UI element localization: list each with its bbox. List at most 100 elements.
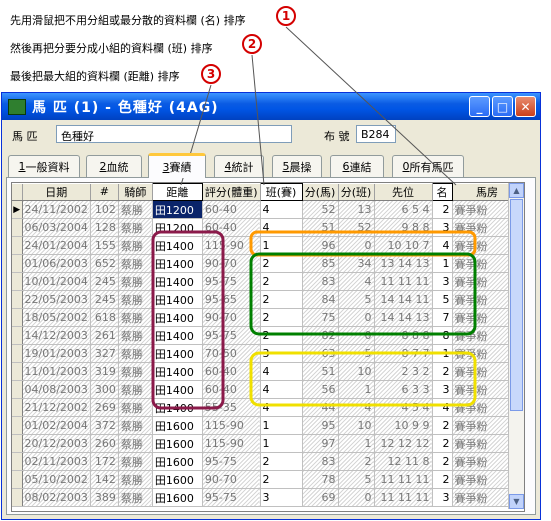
cell-place[interactable]: 2 — [432, 362, 453, 381]
cell-distance[interactable]: 田1400 — [152, 272, 203, 291]
cell-score-horse[interactable]: 96 — [302, 236, 339, 255]
cell-race-no[interactable]: 261 — [90, 326, 119, 345]
cell-class[interactable]: 2 — [260, 290, 303, 309]
row-indicator[interactable] — [12, 398, 23, 417]
row-indicator[interactable] — [12, 254, 23, 273]
cell-jockey[interactable]: 蔡勝 — [118, 452, 153, 471]
cell-class[interactable]: 4 — [260, 200, 303, 219]
table-row[interactable]: 02/11/2003 172 蔡勝 田1600 95-75 2 83 2 12 11 8 2 賽爭粉 — [12, 452, 523, 471]
cell-class[interactable]: 3 — [260, 344, 303, 363]
cell-rating[interactable]: 90-70 — [202, 308, 261, 327]
cell-class[interactable]: 4 — [260, 398, 303, 417]
col-header-position[interactable]: 先位 — [374, 183, 433, 201]
cell-place[interactable]: 3 — [432, 272, 453, 291]
cell-date[interactable]: 24/11/2002 — [22, 200, 91, 219]
row-indicator[interactable] — [12, 362, 23, 381]
cell-class[interactable]: 1 — [260, 434, 303, 453]
cell-position[interactable]: 11 11 11 — [374, 470, 433, 489]
close-button[interactable]: ✕ — [515, 96, 536, 117]
cell-place[interactable]: 5 — [432, 290, 453, 309]
cell-rating[interactable]: 95-75 — [202, 272, 261, 291]
horse-name-field[interactable]: 色種好 — [56, 125, 292, 143]
table-row[interactable]: 10/01/2004 245 蔡勝 田1400 95-75 2 83 4 11 11 11 3 賽爭… — [12, 272, 523, 291]
cell-position[interactable]: 6 5 4 — [374, 200, 433, 219]
table-row[interactable]: 01/06/2003 652 蔡勝 田1400 90-70 2 85 34 13 14 13 1 賽… — [12, 254, 523, 273]
cell-date[interactable]: 02/11/2003 — [22, 452, 91, 471]
cell-score-class[interactable]: 52 — [338, 218, 375, 237]
cell-race-no[interactable]: 327 — [90, 344, 119, 363]
row-indicator[interactable] — [12, 290, 23, 309]
cell-date[interactable]: 14/12/2003 — [22, 326, 91, 345]
brand-number-field[interactable]: B284 — [356, 125, 396, 143]
cell-class[interactable]: 1 — [260, 416, 303, 435]
cell-position[interactable]: 10 10 7 — [374, 236, 433, 255]
cell-score-class[interactable]: 2 — [338, 452, 375, 471]
table-row[interactable]: 11/01/2003 319 蔡勝 田1400 60-40 4 51 10 2 3 2 2 賽爭粉 — [12, 362, 523, 381]
col-header-rating[interactable]: 評分(體重) — [202, 183, 261, 201]
cell-score-horse[interactable]: 82 — [302, 326, 339, 345]
tab-general[interactable]: 1 一般資料 — [8, 155, 80, 177]
cell-race-no[interactable]: 269 — [90, 398, 119, 417]
cell-place[interactable]: 2 — [432, 470, 453, 489]
cell-position[interactable]: 13 14 13 — [374, 254, 433, 273]
cell-score-class[interactable]: 1 — [338, 434, 375, 453]
cell-date[interactable]: 10/01/2004 — [22, 272, 91, 291]
cell-class[interactable]: 2 — [260, 308, 303, 327]
tab-statistics[interactable]: 4 統計 — [214, 155, 264, 177]
cell-jockey[interactable]: 蔡勝 — [118, 200, 153, 219]
cell-position[interactable]: 6 3 3 — [374, 380, 433, 399]
cell-position[interactable]: 12 12 12 — [374, 434, 433, 453]
minimize-button[interactable]: _ — [469, 96, 490, 117]
cell-score-horse[interactable]: 83 — [302, 452, 339, 471]
cell-rating[interactable]: 90-70 — [202, 470, 261, 489]
row-indicator[interactable] — [12, 416, 23, 435]
cell-score-class[interactable]: 0 — [338, 308, 375, 327]
table-row[interactable]: 19/01/2003 327 蔡勝 田1400 70-50 3 63 5 8 7 7 1 賽爭粉 — [12, 344, 523, 363]
table-row[interactable]: ▶ 24/11/2002 102 蔡勝 田1200 60-40 4 52 13 6 5 4 2 賽爭粉 — [12, 200, 523, 219]
cell-score-horse[interactable]: 52 — [302, 200, 339, 219]
cell-score-horse[interactable]: 95 — [302, 416, 339, 435]
cell-class[interactable]: 3 — [260, 488, 303, 507]
cell-rating[interactable]: 60-40 — [202, 380, 261, 399]
cell-score-class[interactable]: 13 — [338, 200, 375, 219]
cell-rating[interactable]: 115-90 — [202, 416, 261, 435]
cell-position[interactable]: 2 3 2 — [374, 362, 433, 381]
table-row[interactable]: 18/05/2002 618 蔡勝 田1400 90-70 2 75 0 14 14 13 7 賽爭… — [12, 308, 523, 327]
row-indicator[interactable] — [12, 488, 23, 507]
cell-jockey[interactable]: 蔡勝 — [118, 344, 153, 363]
table-row[interactable]: 08/02/2003 389 蔡勝 田1600 95-75 3 69 0 11 11 11 3 賽爭… — [12, 488, 523, 507]
cell-position[interactable]: 14 14 13 — [374, 308, 433, 327]
cell-race-no[interactable]: 155 — [90, 236, 119, 255]
cell-rating[interactable]: 95-75 — [202, 488, 261, 507]
cell-jockey[interactable]: 蔡勝 — [118, 326, 153, 345]
cell-rating[interactable]: 55-35 — [202, 398, 261, 417]
row-indicator[interactable] — [12, 236, 23, 255]
table-row[interactable]: 14/12/2003 261 蔡勝 田1400 95-75 2 82 0 8 8 8 8 賽爭粉 — [12, 326, 523, 345]
cell-distance[interactable]: 田1400 — [152, 236, 203, 255]
cell-class[interactable]: 1 — [260, 236, 303, 255]
cell-class[interactable]: 4 — [260, 380, 303, 399]
cell-rating[interactable]: 115-90 — [202, 236, 261, 255]
cell-distance[interactable]: 田1400 — [152, 326, 203, 345]
cell-class[interactable]: 2 — [260, 272, 303, 291]
row-indicator[interactable] — [12, 308, 23, 327]
cell-place[interactable]: 3 — [432, 380, 453, 399]
cell-position[interactable]: 12 11 8 — [374, 452, 433, 471]
cell-score-horse[interactable]: 83 — [302, 272, 339, 291]
cell-distance[interactable]: 田1200 — [152, 218, 203, 237]
cell-distance[interactable]: 田1400 — [152, 290, 203, 309]
cell-rating[interactable]: 115-90 — [202, 434, 261, 453]
cell-place[interactable]: 2 — [432, 434, 453, 453]
cell-place[interactable]: 1 — [432, 344, 453, 363]
cell-place[interactable]: 2 — [432, 200, 453, 219]
row-indicator[interactable] — [12, 218, 23, 237]
cell-position[interactable]: 10 9 9 — [374, 416, 433, 435]
cell-jockey[interactable]: 蔡勝 — [118, 254, 153, 273]
cell-date[interactable]: 06/03/2004 — [22, 218, 91, 237]
cell-distance[interactable]: 田1600 — [152, 416, 203, 435]
cell-date[interactable]: 19/01/2003 — [22, 344, 91, 363]
col-header-class[interactable]: 班(賽) — [259, 183, 303, 201]
table-row[interactable]: 20/12/2003 260 蔡勝 田1600 115-90 1 97 1 12 12 12 2 賽… — [12, 434, 523, 453]
scroll-up-icon[interactable]: ▲ — [509, 183, 524, 198]
cell-score-class[interactable]: 1 — [338, 380, 375, 399]
